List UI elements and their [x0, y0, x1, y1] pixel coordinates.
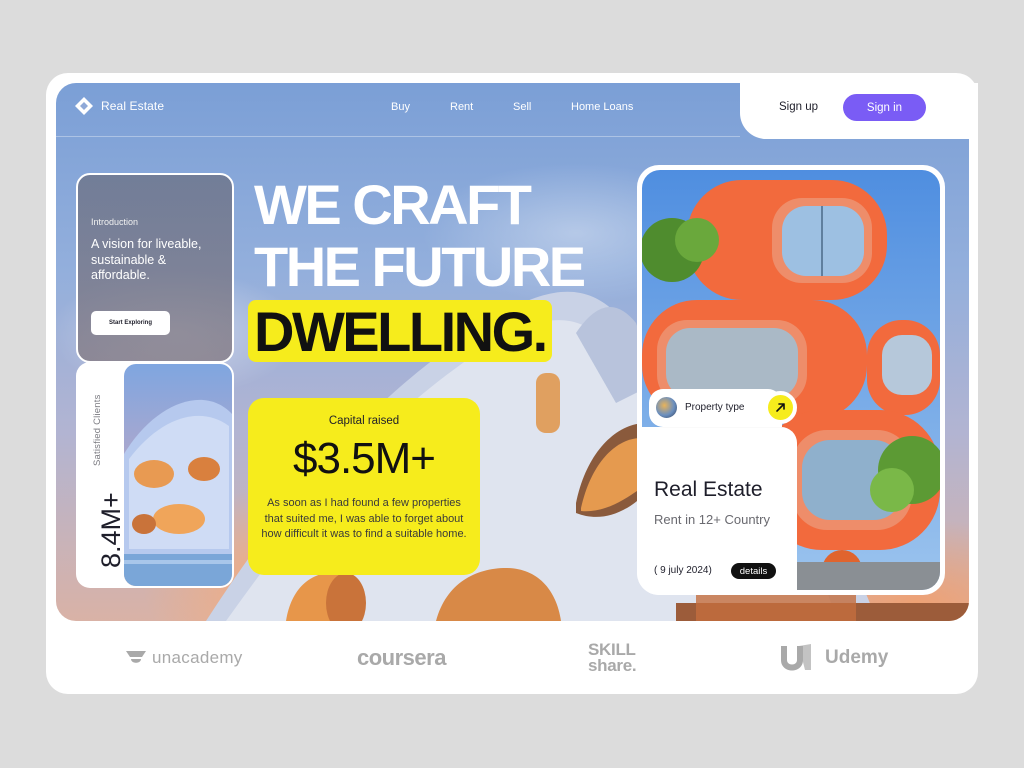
brand-unacademy: unacademy — [125, 640, 243, 676]
brand-name: Real Estate — [101, 99, 165, 113]
unacademy-logo-icon — [126, 651, 146, 663]
property-date: ( 9 july 2024) — [654, 565, 712, 576]
capital-description: As soon as I had found a few properties … — [261, 497, 467, 540]
brand-coursera: coursera — [357, 640, 446, 676]
skillshare-line-2: share. — [588, 656, 637, 675]
details-button[interactable]: details — [731, 563, 776, 579]
start-exploring-button[interactable]: Start Exploring — [91, 311, 170, 335]
satisfied-clients-label: Satisfied Clients — [92, 394, 103, 466]
property-title: Real Estate — [654, 478, 763, 501]
property-subtitle: Rent in 12+ Country — [654, 512, 770, 527]
coursera-wordmark: coursera — [357, 645, 446, 670]
capital-label: Capital raised — [328, 415, 400, 427]
udemy-logo-icon — [781, 644, 811, 671]
capital-card: Capital raised $3.5M+ As soon as I had f… — [248, 398, 480, 575]
headline-line-2: THE FUTURE — [254, 235, 586, 298]
intro-text: A vision for liveable, sustainable & aff… — [91, 237, 202, 282]
unacademy-wordmark: unacademy — [152, 648, 243, 667]
headline-highlight: DWELLING. — [248, 300, 552, 363]
stats-building-image — [124, 364, 232, 586]
property-avatar — [655, 396, 678, 419]
nav-link-buy[interactable]: Buy — [391, 101, 410, 113]
nav-link-home-loans[interactable]: Home Loans — [571, 101, 633, 113]
nav-link-rent[interactable]: Rent — [450, 101, 473, 113]
brand-logo[interactable]: Real Estate — [74, 96, 164, 116]
brand-udemy: Udemy — [777, 640, 888, 676]
headline-highlight-text: DWELLING. — [254, 300, 548, 363]
arrow-up-right-icon — [776, 403, 785, 412]
satisfied-clients-value: 8.4M+ — [96, 492, 126, 568]
nav-link-sell[interactable]: Sell — [513, 101, 531, 113]
property-type-label: Property type — [685, 402, 745, 413]
nav-divider — [56, 136, 740, 137]
sign-up-button[interactable]: Sign up — [779, 101, 818, 113]
capital-value: $3.5M+ — [293, 434, 436, 483]
intro-tag: Introduction — [91, 217, 139, 227]
property-type-arrow-button[interactable] — [764, 391, 797, 424]
hero-headline: WE CRAFT THE FUTURE — [254, 173, 586, 298]
diamond-logo-icon — [75, 97, 93, 115]
intro-card: Introduction A vision for liveable, sust… — [76, 173, 234, 363]
skillshare-wordmark: SKILL share. — [588, 641, 637, 675]
udemy-wordmark: Udemy — [825, 647, 889, 668]
sign-in-button[interactable]: Sign in — [843, 94, 926, 121]
brand-skillshare: SKILL share. — [588, 640, 637, 676]
headline-line-1: WE CRAFT — [254, 173, 532, 236]
